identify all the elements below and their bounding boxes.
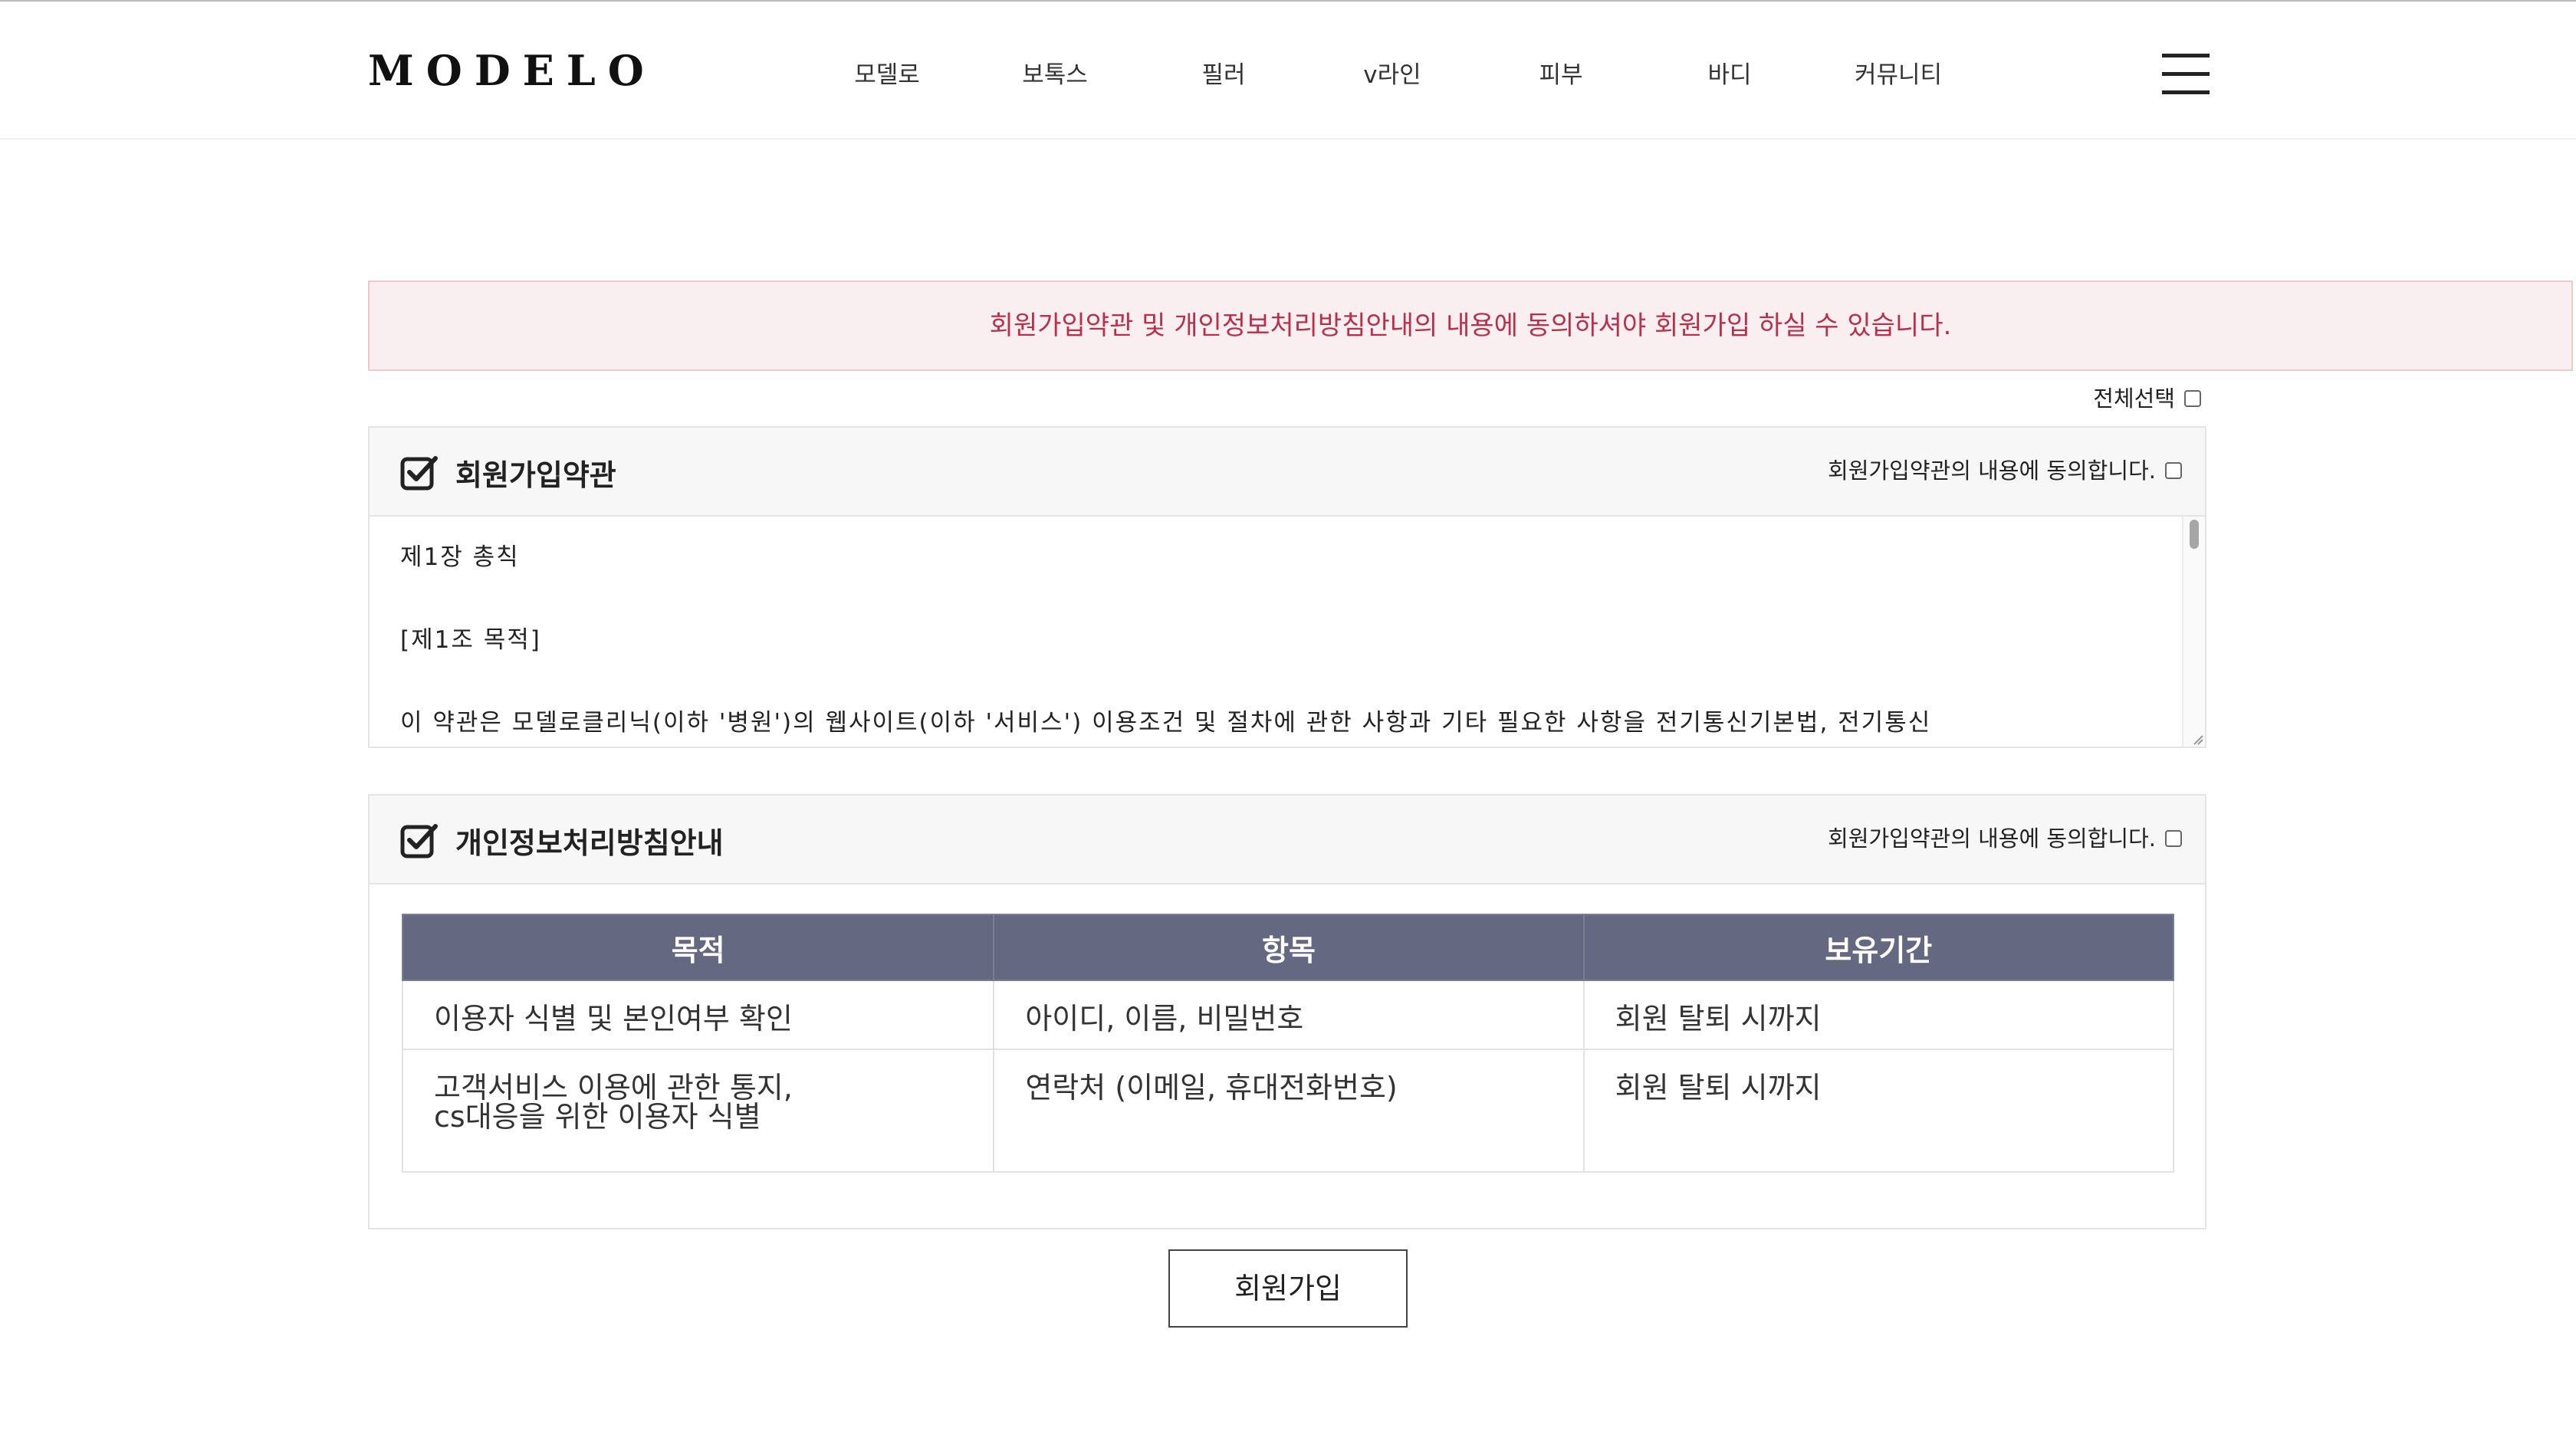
terms-article-body: 이 약관은 모델로클리닉(이하 '병원')의 웹사이트(이하 '서비스') 이용…	[400, 709, 1932, 737]
terms-agree-label: 회원가입약관의 내용에 동의합니다.	[1828, 458, 2156, 484]
table-cell: 이용자 식별 및 본인여부 확인	[401, 980, 995, 1050]
terms-agree-checkbox-box[interactable]	[2165, 462, 2182, 479]
nav-item-community[interactable]: 커뮤니티	[1822, 57, 1975, 94]
terms-panel: 회원가입약관 회원가입약관의 내용에 동의합니다. 제1장 총칙 [제1조 목적…	[368, 426, 2206, 748]
terms-agree-checkbox[interactable]: 회원가입약관의 내용에 동의합니다.	[1828, 455, 2182, 486]
terms-scrollbar[interactable]	[2182, 517, 2205, 747]
nav-item-botox[interactable]: 보톡스	[978, 57, 1132, 94]
privacy-agree-checkbox-box[interactable]	[2165, 830, 2182, 847]
column-header-purpose: 목적	[401, 914, 995, 981]
checkbox-checked-icon	[400, 824, 438, 858]
privacy-panel-header: 개인정보처리방침안내 회원가입약관의 내용에 동의합니다.	[370, 796, 2205, 885]
terms-chapter: 제1장 총칙	[400, 543, 520, 571]
nav-item-modelo[interactable]: 모델로	[810, 57, 964, 94]
select-all-label: 전체선택	[2093, 386, 2175, 412]
privacy-agree-label: 회원가입약관의 내용에 동의합니다.	[1828, 826, 2156, 852]
terms-textarea[interactable]: 제1장 총칙 [제1조 목적] 이 약관은 모델로클리닉(이하 '병원')의 웹…	[370, 517, 2205, 747]
terms-scrollbar-thumb[interactable]	[2190, 520, 2199, 549]
table-cell: 아이디, 이름, 비밀번호	[993, 980, 1585, 1050]
site-header: MODELO 모델로 보톡스 필러 v라인 피부 바디 커뮤니티	[0, 2, 2576, 140]
nav-item-body[interactable]: 바디	[1653, 57, 1806, 94]
terms-title: 회원가입약관	[400, 449, 616, 495]
table-cell: 회원 탈퇴 시까지	[1582, 1049, 2175, 1173]
agreement-notice: 회원가입약관 및 개인정보처리방침안내의 내용에 동의하셔야 회원가입 하실 수…	[368, 281, 2573, 371]
terms-panel-header: 회원가입약관 회원가입약관의 내용에 동의합니다.	[370, 428, 2205, 517]
hamburger-menu-icon[interactable]	[2162, 54, 2210, 95]
site-logo[interactable]: MODELO	[368, 48, 656, 94]
table-header-row: 목적 항목 보유기간	[401, 914, 2175, 981]
signup-button[interactable]: 회원가입	[1168, 1249, 1408, 1328]
nav-item-vline[interactable]: v라인	[1316, 57, 1469, 94]
privacy-table: 목적 항목 보유기간 이용자 식별 및 본인여부 확인 아이디, 이름, 비밀번…	[401, 914, 2175, 1173]
table-cell: 고객서비스 이용에 관한 통지, cs대응을 위한 이용자 식별	[401, 1049, 995, 1173]
table-cell: 연락처 (이메일, 휴대전화번호)	[993, 1049, 1585, 1173]
privacy-title: 개인정보처리방침안내	[400, 817, 724, 863]
terms-title-text: 회원가입약관	[455, 458, 616, 492]
column-header-items: 항목	[993, 914, 1585, 981]
table-cell: 회원 탈퇴 시까지	[1582, 980, 2175, 1050]
privacy-panel: 개인정보처리방침안내 회원가입약관의 내용에 동의합니다. 목적 항목 보유기간…	[368, 794, 2206, 1229]
privacy-agree-checkbox[interactable]: 회원가입약관의 내용에 동의합니다.	[1828, 823, 2182, 854]
column-header-retention: 보유기간	[1582, 914, 2175, 981]
privacy-title-text: 개인정보처리방침안내	[455, 826, 724, 860]
nav-item-skin[interactable]: 피부	[1484, 57, 1638, 94]
table-row: 이용자 식별 및 본인여부 확인 아이디, 이름, 비밀번호 회원 탈퇴 시까지	[401, 980, 2175, 1050]
nav-item-filler[interactable]: 필러	[1147, 57, 1300, 94]
checkbox-checked-icon	[400, 456, 438, 491]
table-row: 고객서비스 이용에 관한 통지, cs대응을 위한 이용자 식별 연락처 (이메…	[401, 1049, 2175, 1173]
resize-handle-icon[interactable]	[2191, 733, 2203, 745]
terms-article-heading: [제1조 목적]	[400, 626, 541, 654]
select-all-checkbox-box[interactable]	[2184, 390, 2201, 407]
select-all-checkbox[interactable]: 전체선택	[2093, 383, 2201, 414]
